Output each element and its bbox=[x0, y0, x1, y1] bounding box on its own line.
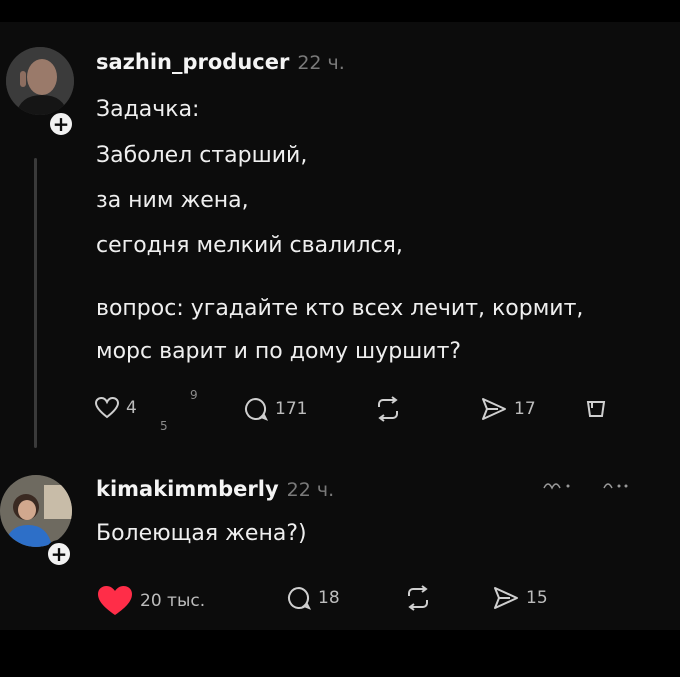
post-line: морс варит и по дому шуршит? bbox=[96, 339, 462, 364]
follow-plus-button[interactable]: + bbox=[47, 110, 75, 138]
share-count: 17 bbox=[514, 399, 536, 419]
post-time: 22 ч. bbox=[297, 52, 345, 74]
reply-username-text[interactable]: kimakimmberly bbox=[96, 477, 279, 501]
post-username[interactable]: sazhin_producer 22 ч. bbox=[96, 50, 345, 74]
avatar[interactable] bbox=[6, 47, 74, 115]
reply-time: 22 ч. bbox=[286, 479, 335, 501]
comment-button[interactable]: 171 bbox=[243, 396, 307, 422]
send-icon bbox=[494, 587, 518, 609]
comment-icon bbox=[288, 586, 312, 610]
reply-comment-button[interactable]: 18 bbox=[286, 585, 340, 611]
more-icon bbox=[543, 483, 628, 490]
reply-username[interactable]: kimakimmberly 22 ч. bbox=[96, 477, 334, 501]
repost-icon bbox=[378, 396, 398, 422]
heart-filled-icon bbox=[98, 586, 132, 615]
comment-count: 171 bbox=[275, 399, 308, 419]
repost-icon bbox=[408, 585, 428, 611]
send-icon bbox=[482, 398, 506, 420]
reply-repost-button[interactable] bbox=[404, 585, 432, 611]
bookmark-icon bbox=[586, 401, 606, 417]
bookmark-button[interactable] bbox=[584, 398, 608, 420]
like-sub: 5 bbox=[160, 419, 168, 433]
comment-icon bbox=[245, 397, 269, 421]
post-line: Заболел старший, bbox=[96, 143, 308, 168]
reply-like-count: 20 тыс. bbox=[140, 591, 206, 611]
username-text[interactable]: sazhin_producer bbox=[96, 50, 289, 74]
post-line: сегодня мелкий свалился, bbox=[96, 233, 403, 258]
heart-icon bbox=[94, 396, 120, 419]
reply-follow-plus-button[interactable]: + bbox=[45, 540, 73, 568]
reply-more-button[interactable] bbox=[542, 476, 632, 496]
thread-line bbox=[34, 158, 37, 448]
repost-button[interactable] bbox=[374, 396, 408, 422]
reply-comment-count: 18 bbox=[318, 588, 340, 608]
reply-share-button[interactable]: 15 bbox=[492, 585, 548, 611]
reply-text: Болеющая жена?) bbox=[96, 521, 307, 546]
post-line: вопрос: угадайте кто всех лечит, кормит, bbox=[96, 296, 584, 321]
reply-like-button[interactable]: 20 тыс. bbox=[96, 584, 205, 618]
post-line: за ним жена, bbox=[96, 188, 249, 213]
like-sup: 9 bbox=[190, 388, 198, 402]
share-button[interactable]: 17 bbox=[480, 396, 536, 422]
like-count: 4 bbox=[126, 398, 137, 418]
reply-avatar[interactable] bbox=[0, 475, 72, 547]
post-line: Задачка: bbox=[96, 97, 200, 122]
like-button[interactable]: 4 bbox=[94, 396, 137, 420]
reply-share-count: 15 bbox=[526, 588, 548, 608]
